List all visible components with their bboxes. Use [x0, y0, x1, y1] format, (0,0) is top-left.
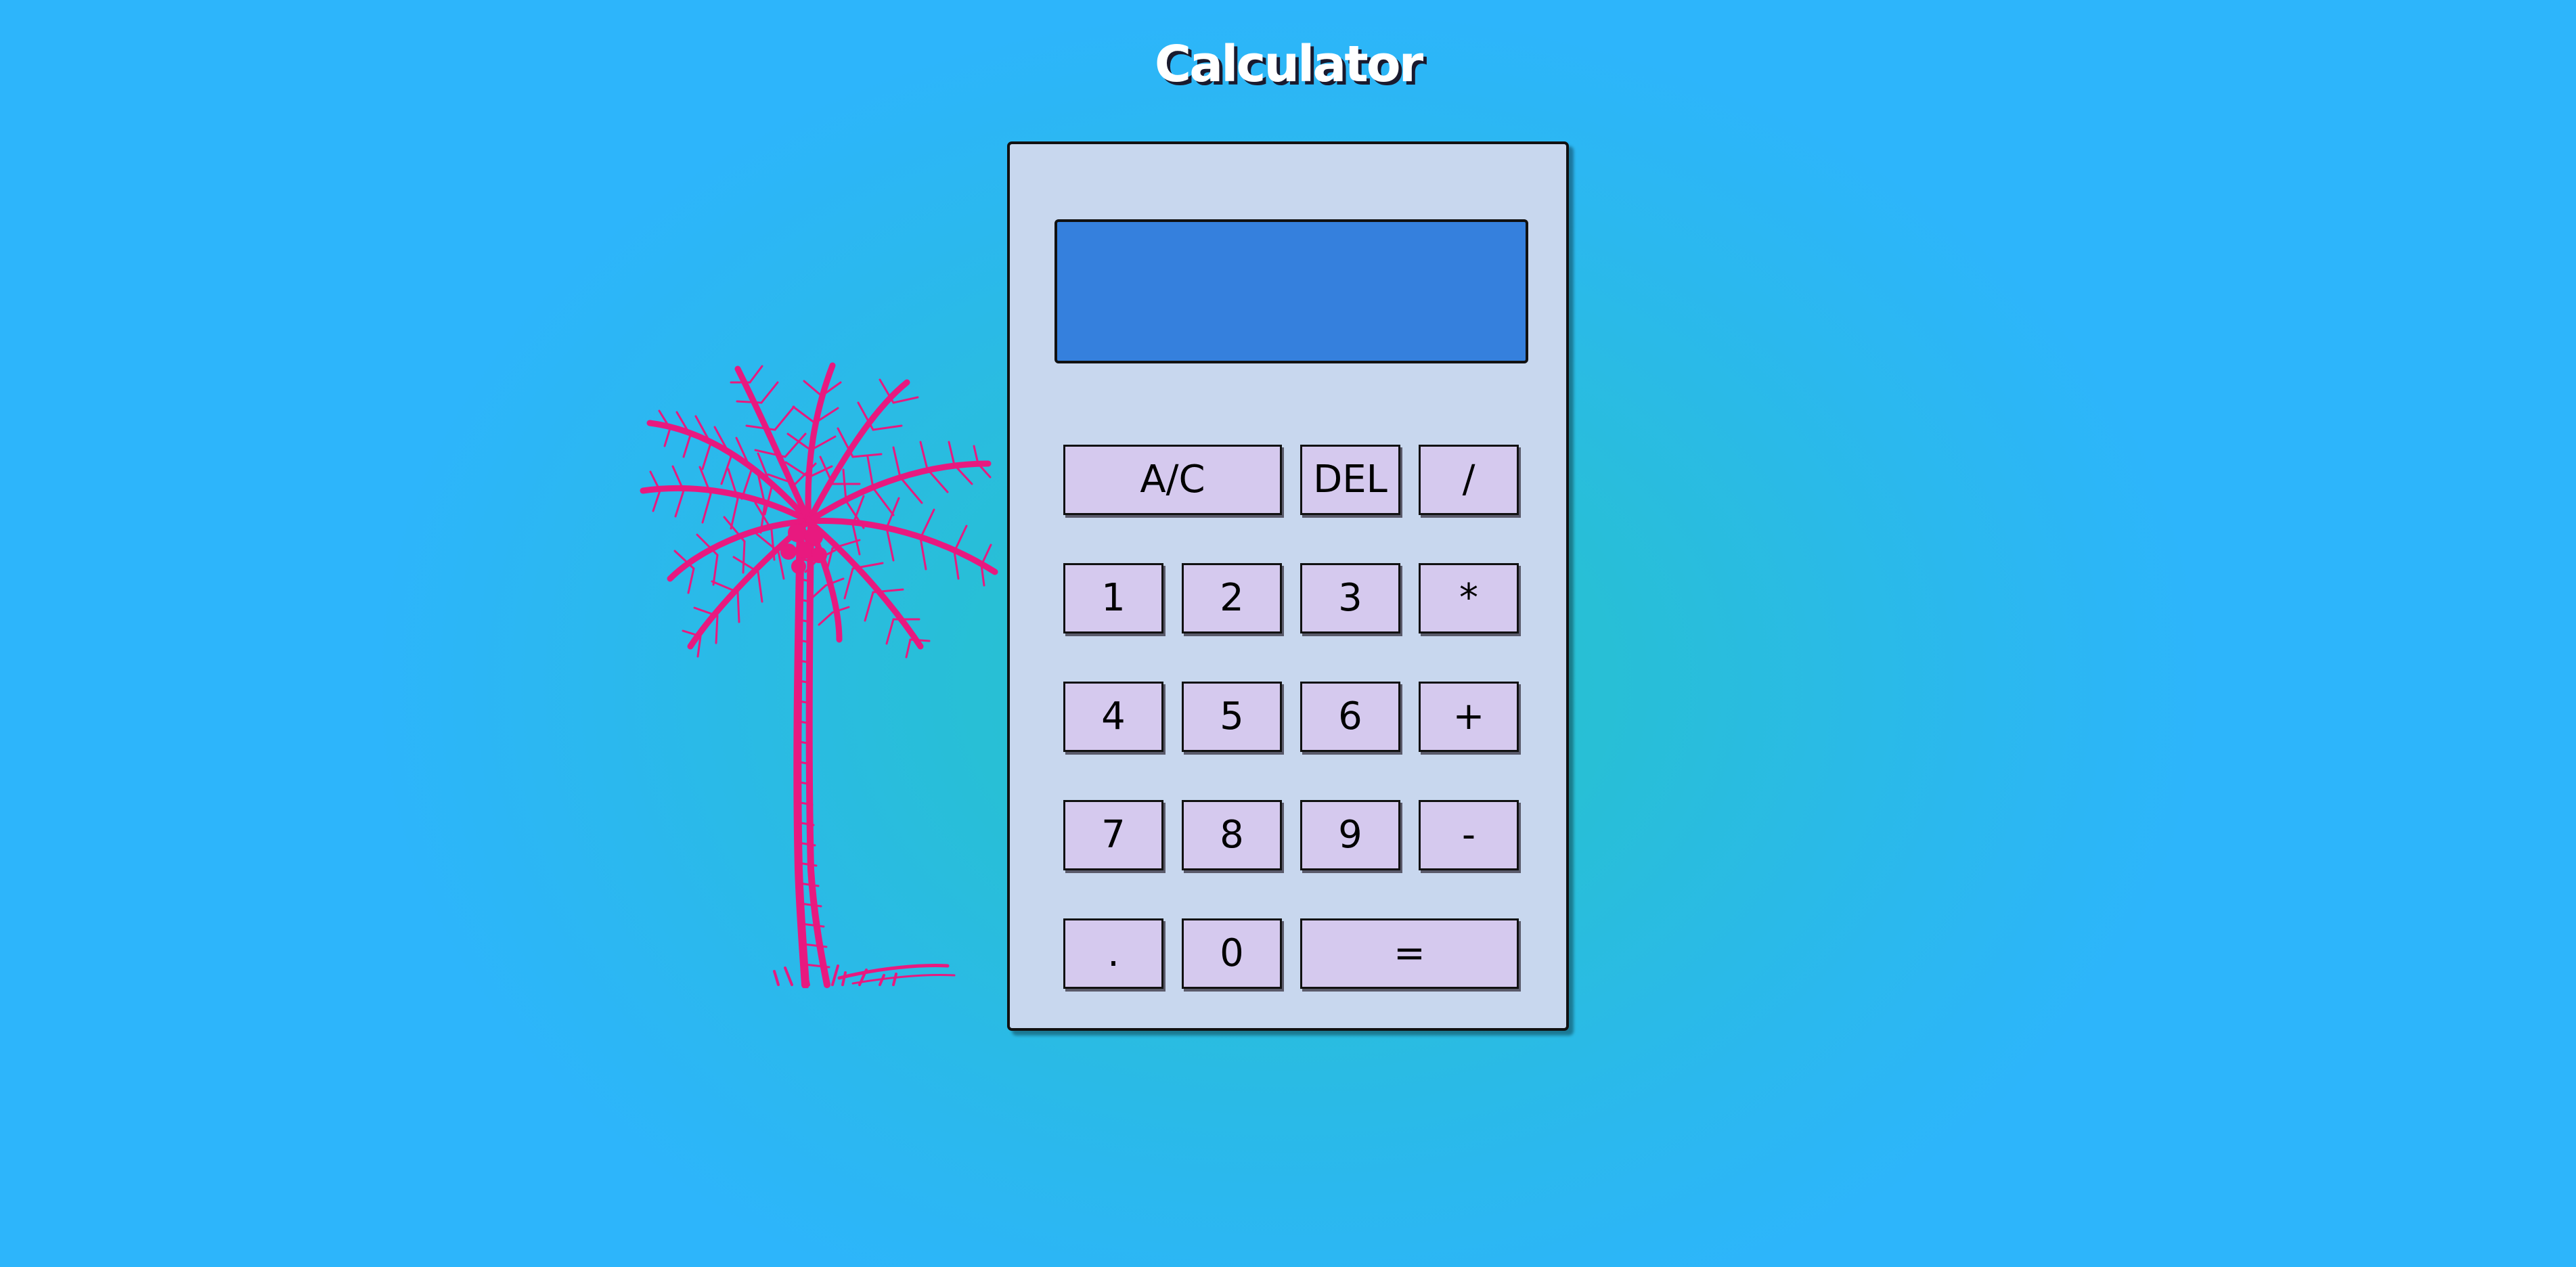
delete-button[interactable]: DEL [1300, 445, 1400, 515]
digit-6-button[interactable]: 6 [1300, 682, 1400, 752]
calculator-display [1054, 219, 1528, 363]
digit-7-button[interactable]: 7 [1063, 800, 1163, 870]
equals-button[interactable]: = [1300, 918, 1519, 989]
palm-tree-icon [640, 362, 998, 988]
calculator: A/C DEL / 1 2 3 * 4 5 6 + 7 8 9 - . 0 = [1007, 141, 1569, 1031]
digit-3-button[interactable]: 3 [1300, 563, 1400, 634]
digit-5-button[interactable]: 5 [1182, 682, 1282, 752]
divide-button[interactable]: / [1419, 445, 1519, 515]
subtract-button[interactable]: - [1419, 800, 1519, 870]
digit-1-button[interactable]: 1 [1063, 563, 1163, 634]
digit-8-button[interactable]: 8 [1182, 800, 1282, 870]
digit-0-button[interactable]: 0 [1182, 918, 1282, 989]
page-title: Calculator [1154, 35, 1423, 93]
digit-9-button[interactable]: 9 [1300, 800, 1400, 870]
decimal-button[interactable]: . [1063, 918, 1163, 989]
clear-button[interactable]: A/C [1063, 445, 1282, 515]
multiply-button[interactable]: * [1419, 563, 1519, 634]
digit-2-button[interactable]: 2 [1182, 563, 1282, 634]
add-button[interactable]: + [1419, 682, 1519, 752]
digit-4-button[interactable]: 4 [1063, 682, 1163, 752]
